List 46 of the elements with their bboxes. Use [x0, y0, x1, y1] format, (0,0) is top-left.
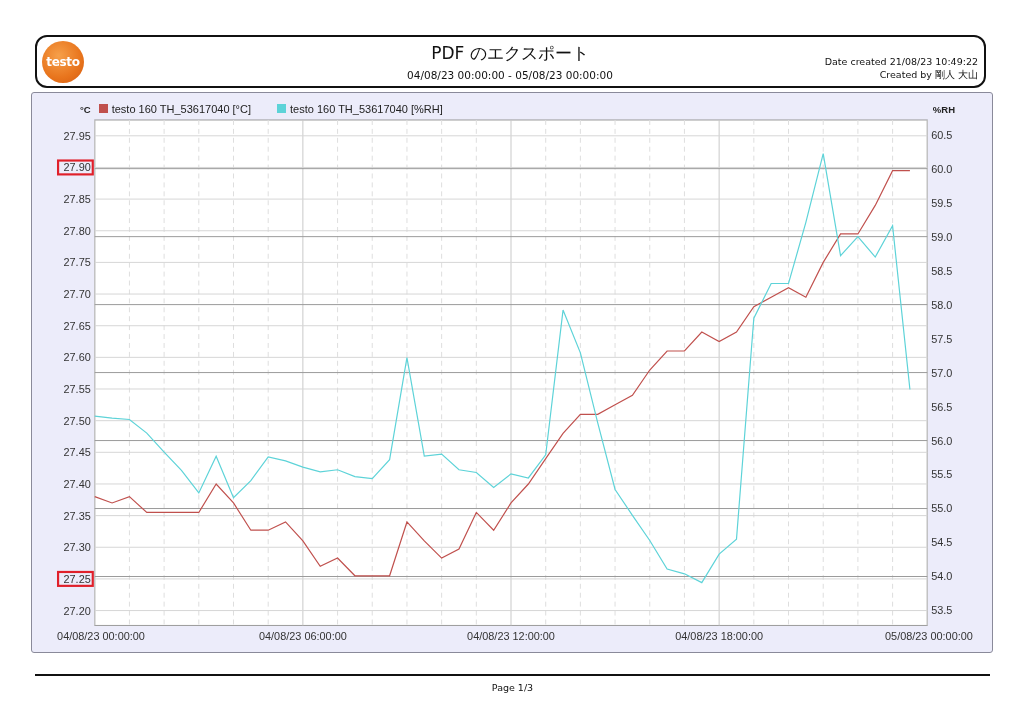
axis-tick-label: 27.55 — [63, 382, 91, 395]
axis-tick-label: 27.80 — [63, 224, 91, 237]
date-created: Date created 21/08/23 10:49:22 — [824, 55, 978, 67]
axis-tick-label: 27.30 — [63, 541, 91, 554]
axis-tick-label: 56.5 — [931, 400, 953, 413]
created-by: Created by 剛人 大山 — [879, 68, 978, 82]
axis-tick-label: 04/08/23 06:00:00 — [258, 630, 347, 643]
report-title: PDF のエクスポート — [431, 42, 589, 65]
axis-tick-label: 57.0 — [931, 366, 953, 379]
y-axis-unit: %RH — [932, 103, 955, 115]
page-number: Page 1/3 — [491, 682, 534, 693]
axis-tick-label: 54.5 — [931, 536, 953, 549]
axis-tick-label: 04/08/23 00:00:00 — [57, 630, 145, 643]
legend-label: testo 160 TH_53617040 [°C] — [111, 102, 252, 115]
axis-tick-label: 27.95 — [63, 129, 91, 142]
axis-tick-label: 56.0 — [931, 434, 953, 447]
axis-tick-label: 05/08/23 00:00:00 — [885, 630, 973, 643]
axis-tick-label: 55.0 — [931, 502, 953, 515]
axis-tick-label: 04/08/23 12:00:00 — [467, 630, 555, 643]
axis-tick-label: 27.65 — [63, 319, 91, 332]
axis-tick-label: 60.5 — [931, 128, 953, 141]
axis-tick-label: 53.5 — [931, 604, 953, 617]
axis-tick-label: 60.0 — [931, 162, 953, 175]
axis-tick-label: 27.45 — [63, 446, 91, 459]
axis-tick-label: 27.90 — [63, 161, 91, 174]
axis-tick-label: 27.70 — [63, 287, 91, 300]
axis-tick-label: 59.5 — [931, 196, 953, 209]
axis-tick-label: 58.0 — [931, 298, 953, 311]
date-range: 04/08/23 00:00:00 - 05/08/23 00:00:00 — [407, 69, 613, 81]
axis-tick-label: 58.5 — [931, 264, 953, 277]
axis-tick-label: 59.0 — [931, 230, 953, 243]
axis-tick-label: 27.20 — [63, 604, 91, 617]
y-axis-unit: °C — [80, 103, 91, 115]
axis-tick-label: 57.5 — [931, 332, 953, 345]
logo: testo — [42, 40, 84, 83]
legend-label: testo 160 TH_53617040 [%RH] — [290, 102, 443, 115]
axis-tick-label: 27.60 — [63, 351, 91, 364]
axis-tick-label: 27.25 — [63, 572, 91, 585]
axis-tick-label: 27.75 — [63, 256, 91, 269]
axis-tick-label: 55.5 — [931, 468, 953, 481]
axis-tick-label: 27.85 — [63, 192, 91, 205]
axis-tick-label: 27.50 — [63, 414, 91, 427]
axis-tick-label: 27.40 — [63, 477, 91, 490]
axis-tick-label: 54.0 — [931, 570, 953, 583]
axis-tick-label: 27.35 — [63, 509, 91, 522]
axis-tick-label: 04/08/23 18:00:00 — [675, 630, 764, 643]
